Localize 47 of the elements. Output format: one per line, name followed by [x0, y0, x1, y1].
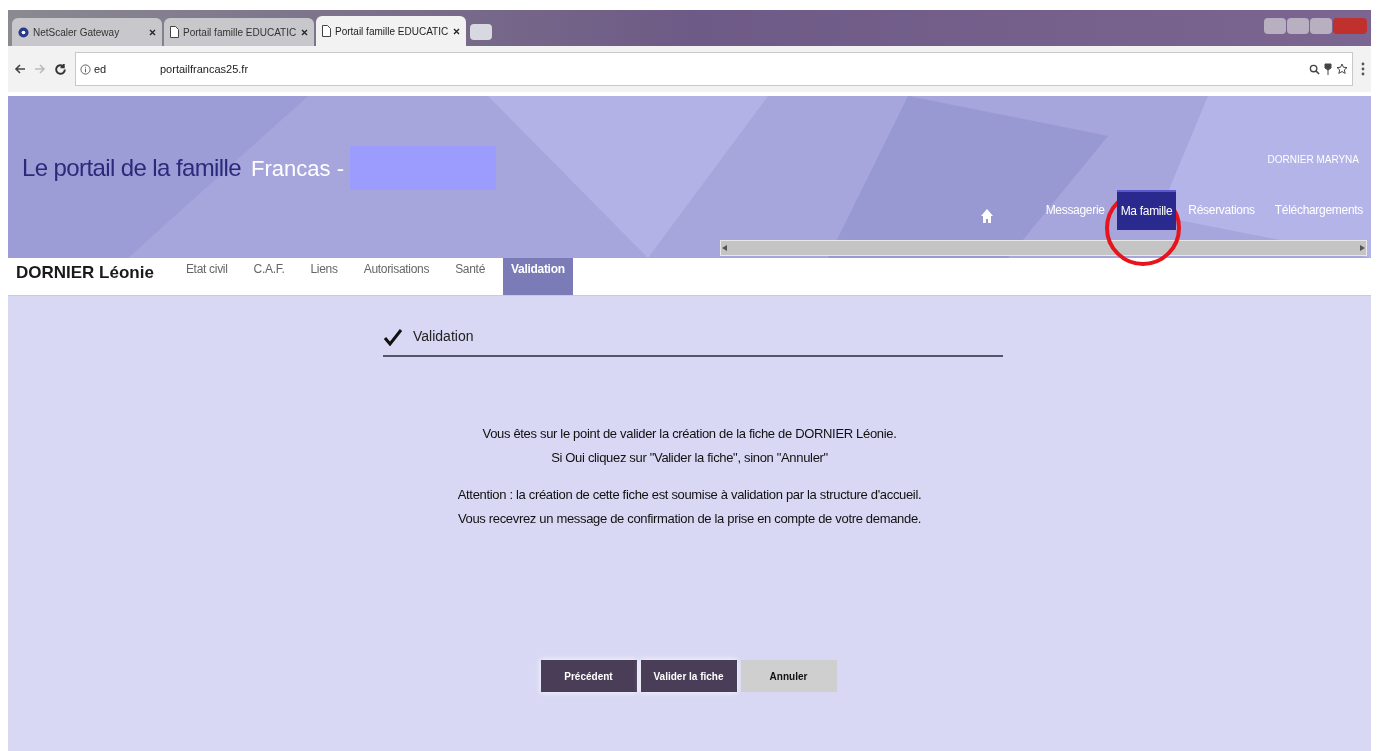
close-tab-icon[interactable]	[301, 28, 308, 36]
info-icon	[80, 63, 91, 75]
message-text: Attention : la création de cette fiche est soumise à validation par la structure d'accueil.	[457, 486, 922, 504]
browser-tab[interactable]: Portail famille EDUCATIC	[164, 18, 314, 46]
close-tab-icon[interactable]	[453, 27, 460, 35]
form-button[interactable]: Précédent	[540, 660, 637, 692]
person-tab[interactable]: Validation	[503, 258, 573, 295]
person-tab[interactable]: Liens	[302, 258, 346, 295]
message-text: Si Oui cliquez sur "Valider la fiche", sinon "Annuler"	[551, 448, 828, 467]
person-tab[interactable]: Etat civil	[177, 258, 236, 295]
scroll-right-icon[interactable]	[1360, 245, 1365, 251]
zoom-icon[interactable]	[1309, 63, 1320, 75]
home-icon[interactable]	[979, 208, 994, 224]
form-button[interactable]: Valider la fiche	[640, 660, 737, 692]
new-tab-button[interactable]	[470, 24, 492, 40]
user-name: DORNIER MARYNA	[1267, 153, 1359, 167]
back-icon[interactable]	[14, 63, 26, 75]
tab-title: Portail famille EDUCATIC	[183, 25, 297, 40]
menu-icon[interactable]	[1361, 62, 1365, 76]
browser-tab[interactable]: NetScaler Gateway	[12, 18, 162, 46]
scroll-left-icon[interactable]	[722, 245, 727, 251]
document-icon	[170, 26, 179, 38]
person-tab[interactable]: C.A.F.	[245, 258, 293, 295]
message-text: Vous êtes sur le point de valider la création de la fiche de DORNIER Léonie.	[482, 425, 897, 443]
site-subtitle: Francas -	[251, 154, 344, 183]
message-text: Vous recevrez un message de confirmation de la prise en compte de votre demande.	[457, 509, 922, 528]
person-name: DORNIER Léonie	[16, 262, 154, 284]
security-label: ed	[94, 61, 108, 77]
checkmark-icon	[383, 327, 403, 346]
tab-title: Portail famille EDUCATIC	[335, 24, 449, 39]
close-tab-icon[interactable]	[149, 28, 156, 36]
horizontal-scrollbar[interactable]	[720, 240, 1367, 256]
person-tab[interactable]: Autorisations	[355, 258, 438, 295]
site-title: Le portail de la famille	[22, 153, 242, 183]
globe-icon	[18, 26, 29, 38]
section-title: Validation	[413, 327, 474, 346]
nav-link[interactable]: Ma famille	[1116, 190, 1177, 230]
document-icon	[322, 25, 331, 37]
browser-tab[interactable]: Portail famille EDUCATIC	[316, 16, 466, 46]
form-button[interactable]: Annuler	[740, 660, 837, 692]
person-tab[interactable]: Santé	[447, 258, 494, 295]
pin-icon[interactable]	[1324, 63, 1332, 75]
address-bar[interactable]: ed portailfrancas25.fr	[75, 52, 1353, 86]
star-icon[interactable]	[1336, 63, 1348, 75]
reload-icon[interactable]	[54, 62, 67, 76]
url-text: portailfrancas25.fr	[160, 61, 249, 77]
tab-title: NetScaler Gateway	[33, 25, 121, 40]
